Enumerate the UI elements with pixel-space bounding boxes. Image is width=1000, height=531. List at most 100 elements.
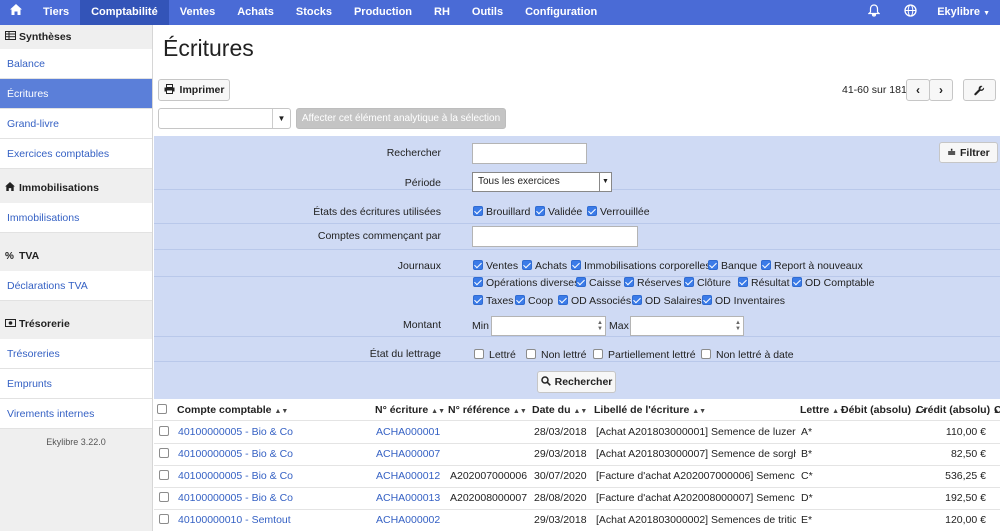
filter-button[interactable]: ≐ Filtrer xyxy=(939,142,998,163)
sidebar-item-exercices[interactable]: Exercices comptables xyxy=(0,139,152,169)
row-checkbox[interactable] xyxy=(159,487,172,509)
journal-checkbox[interactable]: Caisse xyxy=(576,277,621,289)
lettering-partiel-checkbox[interactable]: Partiellement lettré xyxy=(593,349,696,361)
max-label: Max xyxy=(609,320,629,332)
search-button[interactable]: Rechercher xyxy=(537,371,616,393)
nav-rh[interactable]: RH xyxy=(423,0,461,25)
sidebar-item-ecritures[interactable]: Écritures xyxy=(0,79,152,109)
journal-checkbox[interactable]: OD Salaires xyxy=(632,295,702,307)
journal-checkbox[interactable]: Ventes xyxy=(473,260,518,272)
checkbox-checked-icon xyxy=(473,277,483,287)
checkbox-label: Brouillard xyxy=(486,206,531,218)
journal-checkbox[interactable]: Banque xyxy=(708,260,757,272)
amount-max-input[interactable]: ▲ ▼ xyxy=(630,316,744,336)
nav-comptabilite[interactable]: Comptabilité xyxy=(80,0,169,25)
row-checkbox[interactable] xyxy=(159,509,172,531)
sidebar-item-immobilisations[interactable]: Immobilisations xyxy=(0,203,152,233)
lettering-non-lettre-date-checkbox[interactable]: Non lettré à date xyxy=(701,349,794,361)
col-libelle[interactable]: Libellé de l'écriture ▲▼ xyxy=(594,399,706,421)
checkbox-label: Opérations diverses xyxy=(486,277,580,289)
search-input[interactable] xyxy=(472,143,587,164)
column-label: Date du xyxy=(532,404,571,416)
cell-reference: A202007000006 xyxy=(450,470,528,482)
journal-checkbox[interactable]: OD Comptable xyxy=(792,277,874,289)
journal-checkbox[interactable]: Réserves xyxy=(624,277,681,289)
printer-icon xyxy=(164,83,175,97)
state-verrouillee-checkbox[interactable]: Verrouillée xyxy=(587,206,650,218)
sidebar-section-title: TVA xyxy=(19,250,40,262)
cell-number[interactable]: ACHA000012 xyxy=(376,465,440,487)
journal-checkbox[interactable]: Coop xyxy=(515,295,553,307)
checkbox-checked-icon xyxy=(738,277,748,287)
lettering-non-lettre-checkbox[interactable]: Non lettré xyxy=(526,349,587,361)
row-checkbox[interactable] xyxy=(159,443,172,465)
accounts-input[interactable] xyxy=(472,226,638,247)
row-checkbox[interactable] xyxy=(159,421,172,443)
col-numero[interactable]: N° écriture ▲▼ xyxy=(375,399,445,421)
journal-checkbox[interactable]: Résultat xyxy=(738,277,790,289)
cell-account[interactable]: 40100000005 - Bio & Co xyxy=(178,443,293,465)
col-compte[interactable]: Compte comptable ▲▼ xyxy=(177,399,288,421)
checkbox-checked-icon xyxy=(708,260,718,270)
filter-divider xyxy=(154,223,1000,224)
sidebar-item-tresoreries[interactable]: Trésoreries xyxy=(0,339,152,369)
analytic-select[interactable]: ▼ xyxy=(158,108,291,129)
nav-tiers[interactable]: Tiers xyxy=(32,0,80,25)
period-select[interactable]: Tous les exercices ▼ xyxy=(472,172,612,192)
journal-checkbox[interactable]: Immobilisations corporelles xyxy=(571,260,711,272)
sidebar-item-virements[interactable]: Virements internes xyxy=(0,399,152,429)
search-icon xyxy=(540,375,551,389)
cell-number[interactable]: ACHA000007 xyxy=(376,443,440,465)
journal-checkbox[interactable]: Achats xyxy=(522,260,567,272)
sidebar-item-grand-livre[interactable]: Grand-livre xyxy=(0,109,152,139)
nav-stocks[interactable]: Stocks xyxy=(285,0,343,25)
bell-icon[interactable] xyxy=(856,0,892,25)
journal-checkbox[interactable]: Clôture xyxy=(684,277,731,289)
nav-achats[interactable]: Achats xyxy=(226,0,285,25)
sidebar-item-declarations-tva[interactable]: Déclarations TVA xyxy=(0,271,152,301)
sidebar-item-emprunts[interactable]: Emprunts xyxy=(0,369,152,399)
cell-account[interactable]: 40100000005 - Bio & Co xyxy=(178,465,293,487)
cell-account[interactable]: 40100000010 - Semtout xyxy=(178,509,291,531)
print-button[interactable]: Imprimer xyxy=(158,79,230,101)
cell-account[interactable]: 40100000005 - Bio & Co xyxy=(178,487,293,509)
journal-checkbox[interactable]: OD Inventaires xyxy=(702,295,785,307)
cell-credit: 82,50 € xyxy=(950,448,986,460)
chevron-left-icon[interactable]: ‹ xyxy=(906,79,930,101)
app-version: Ekylibre 3.22.0 xyxy=(46,437,106,447)
journal-checkbox[interactable]: Report à nouveaux xyxy=(761,260,863,272)
cell-number[interactable]: ACHA000013 xyxy=(376,487,440,509)
col-credit[interactable]: Crédit (absolu) ▲▼ xyxy=(916,399,1000,421)
col-c[interactable]: C xyxy=(994,399,1000,421)
col-reference[interactable]: N° référence ▲▼ xyxy=(448,399,527,421)
journal-checkbox[interactable]: Opérations diverses xyxy=(473,277,579,289)
cell-account[interactable]: 40100000005 - Bio & Co xyxy=(178,421,293,443)
row-checkbox[interactable] xyxy=(159,465,172,487)
wrench-icon[interactable] xyxy=(963,79,996,101)
home-icon[interactable] xyxy=(0,0,32,25)
nav-configuration[interactable]: Configuration xyxy=(514,0,608,25)
journal-checkbox[interactable]: OD Associés xyxy=(558,295,631,307)
journal-checkbox[interactable]: Taxes xyxy=(473,295,513,307)
cell-number[interactable]: ACHA000002 xyxy=(376,509,440,531)
nav-production[interactable]: Production xyxy=(343,0,423,25)
lettering-lettre-checkbox[interactable]: Lettré xyxy=(474,349,516,361)
state-validee-checkbox[interactable]: Validée xyxy=(535,206,582,218)
globe-icon[interactable] xyxy=(892,0,929,25)
select-all-checkbox[interactable] xyxy=(157,399,170,421)
col-lettre[interactable]: Lettre ▲▼ xyxy=(800,399,846,421)
cell-number[interactable]: ACHA000001 xyxy=(376,421,440,443)
user-menu[interactable]: Ekylibre ▼ xyxy=(929,0,1000,25)
assign-analytic-button[interactable]: Affecter cet élément analytique à la sél… xyxy=(296,108,506,129)
checkbox-checked-icon xyxy=(558,295,568,305)
col-debit[interactable]: Débit (absolu) ▲▼ xyxy=(841,399,928,421)
sidebar-item-balance[interactable]: Balance xyxy=(0,49,152,79)
nav-ventes[interactable]: Ventes xyxy=(169,0,226,25)
amount-min-input[interactable]: ▲ ▼ xyxy=(491,316,606,336)
spinner-icon: ▲ ▼ xyxy=(735,320,741,332)
chevron-right-icon[interactable]: › xyxy=(929,79,953,101)
state-brouillard-checkbox[interactable]: Brouillard xyxy=(473,206,530,218)
cell-label: [Facture d'achat A202007000006] Semenc… xyxy=(596,470,796,482)
col-date[interactable]: Date du ▲▼ xyxy=(532,399,587,421)
nav-outils[interactable]: Outils xyxy=(461,0,514,25)
